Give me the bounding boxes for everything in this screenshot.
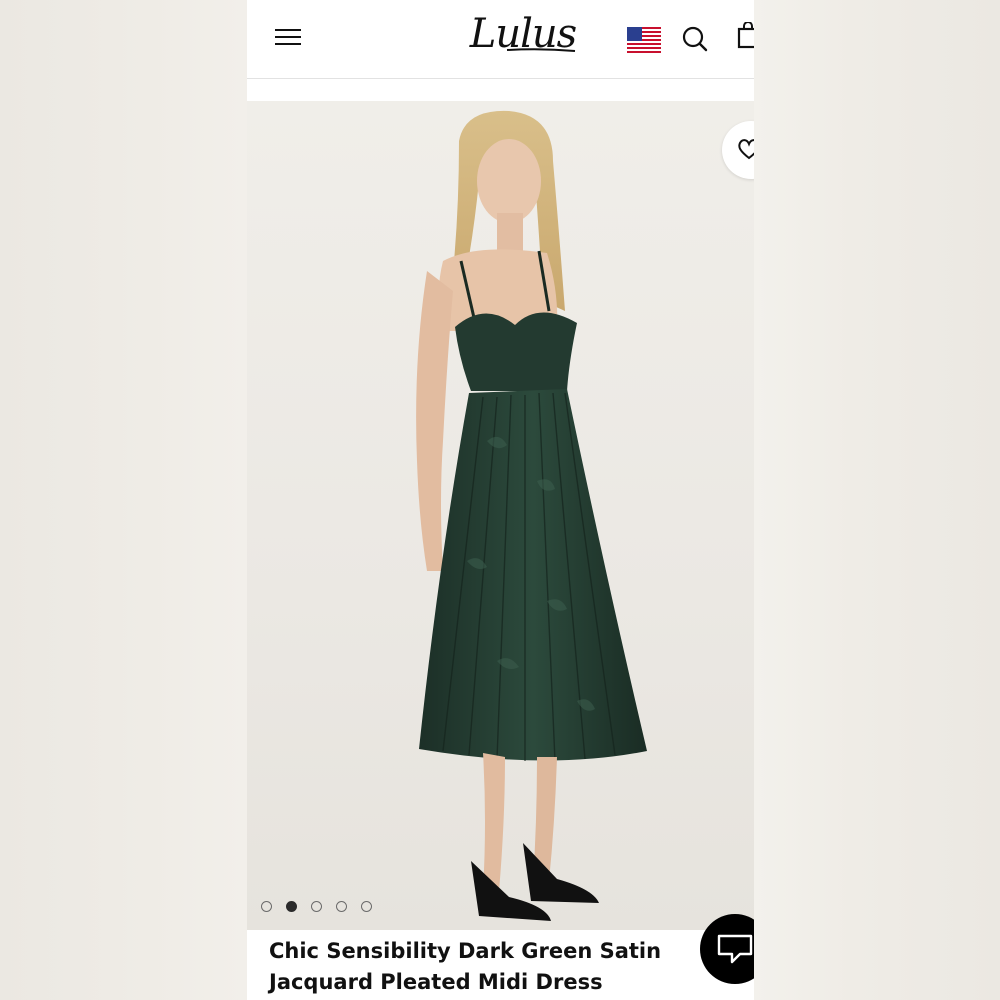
gallery-dot-1[interactable] [261, 901, 272, 912]
background-left [0, 0, 247, 1000]
gallery-dot-5[interactable] [361, 901, 372, 912]
product-title: Chic Sensibility Dark Green Satin Jacqua… [269, 939, 662, 994]
mobile-page: Lulus Chic Sensibility Dark Green Satin … [247, 0, 754, 1000]
shopping-bag-icon[interactable] [737, 22, 754, 50]
chat-bubble-icon [717, 934, 753, 964]
lulus-logo[interactable]: Lulus [465, 6, 581, 62]
chat-button[interactable] [700, 914, 754, 984]
hamburger-menu-icon[interactable] [275, 25, 303, 49]
product-image-gallery[interactable] [247, 101, 754, 930]
product-photo [416, 110, 647, 921]
header-spacer [247, 79, 754, 101]
gallery-dot-4[interactable] [336, 901, 347, 912]
us-flag-icon[interactable] [627, 27, 661, 53]
background-right [754, 0, 1000, 1000]
search-icon[interactable] [681, 25, 709, 53]
gallery-dot-3[interactable] [311, 901, 322, 912]
site-header: Lulus [247, 0, 754, 79]
heart-icon [738, 139, 754, 160]
gallery-pagination [261, 901, 372, 915]
gallery-dot-2[interactable] [286, 901, 297, 912]
